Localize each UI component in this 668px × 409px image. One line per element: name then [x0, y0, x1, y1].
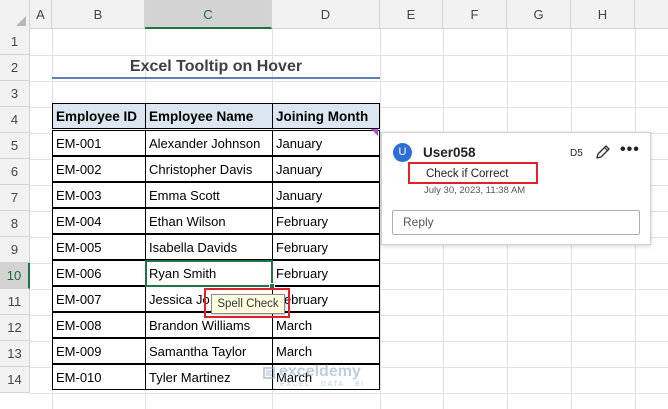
table-cell-month[interactable]: February [272, 208, 380, 234]
row-header[interactable]: 6 [0, 159, 30, 185]
table-cell-name[interactable]: Samantha Taylor [145, 338, 273, 364]
row-header[interactable]: 2 [0, 55, 30, 81]
comment-card: U User058 D5 ••• Check if Correct July 3… [381, 132, 651, 245]
column-header-e[interactable]: E [380, 0, 443, 29]
active-cell-border [145, 260, 273, 287]
table-cell-id[interactable]: EM-009 [52, 338, 146, 364]
comment-timestamp: July 30, 2023, 11:38 AM [424, 185, 526, 196]
table-cell-month[interactable]: January [272, 182, 380, 208]
row-header[interactable]: 1 [0, 29, 30, 55]
row-header[interactable]: 8 [0, 211, 30, 237]
select-all-button[interactable] [0, 0, 30, 29]
table-cell-id[interactable]: EM-008 [52, 312, 146, 338]
tooltip-highlight-box: Spell Check [204, 288, 290, 318]
table-cell-month[interactable]: January [272, 156, 380, 182]
column-header-d[interactable]: D [272, 0, 380, 29]
table-cell-name[interactable]: Alexander Johnson [145, 130, 273, 156]
table-cell-month[interactable]: March [272, 338, 380, 364]
watermark-tagline: EXCEL · DATA · BI [280, 381, 365, 388]
comment-author: User058 [423, 145, 476, 160]
table-cell-name[interactable]: Emma Scott [145, 182, 273, 208]
table-cell-id[interactable]: EM-010 [52, 364, 146, 390]
more-options-icon[interactable]: ••• [620, 141, 640, 159]
row-header[interactable]: 14 [0, 367, 30, 393]
table-cell-name[interactable]: Ethan Wilson [145, 208, 273, 234]
column-header-g[interactable]: G [507, 0, 571, 29]
watermark-name: exceldemy [279, 363, 361, 380]
table-cell-id[interactable]: EM-004 [52, 208, 146, 234]
column-header-bar: A B C D E F G H [0, 0, 668, 29]
column-header-h[interactable]: H [571, 0, 635, 29]
title-underline [52, 77, 380, 79]
row-header[interactable]: 11 [0, 289, 30, 315]
tooltip: Spell Check [211, 294, 285, 314]
table-cell-id[interactable]: EM-001 [52, 130, 146, 156]
row-header[interactable]: 7 [0, 185, 30, 211]
table-cell-id[interactable]: EM-005 [52, 234, 146, 260]
spreadsheet: A B C D E F G H 1 2 3 4 5 6 7 8 9 10 11 … [0, 0, 668, 409]
reply-input[interactable]: Reply [392, 210, 640, 235]
row-header[interactable]: 5 [0, 133, 30, 159]
column-header-f[interactable]: F [443, 0, 507, 29]
table-header-employee-name[interactable]: Employee Name [145, 103, 273, 129]
comment-indicator[interactable] [371, 129, 378, 136]
avatar: U [393, 143, 412, 162]
row-header[interactable]: 13 [0, 341, 30, 367]
table-cell-id[interactable]: EM-007 [52, 286, 146, 312]
table-cell-month[interactable]: January [272, 130, 380, 156]
table-cell-id[interactable]: EM-006 [52, 260, 146, 286]
table-cell-name[interactable]: Tyler Martinez [145, 364, 273, 390]
table-header-joining-month[interactable]: Joining Month [272, 103, 380, 129]
column-header-a[interactable]: A [30, 0, 52, 29]
table-cell-month[interactable]: February [272, 260, 380, 286]
row-header[interactable]: 12 [0, 315, 30, 341]
comment-text: Check if Correct [408, 162, 538, 184]
row-header[interactable]: 9 [0, 237, 30, 263]
table-header-employee-id[interactable]: Employee ID [52, 103, 146, 129]
row-header[interactable]: 4 [0, 107, 30, 133]
table-cell-id[interactable]: EM-003 [52, 182, 146, 208]
comment-cell-ref: D5 [570, 148, 583, 159]
edit-pencil-icon[interactable] [594, 143, 612, 161]
exceldemy-logo-icon [263, 367, 275, 379]
column-header-c[interactable]: C [145, 0, 272, 29]
row-header[interactable]: 3 [0, 81, 30, 107]
table-cell-name[interactable]: Isabella Davids [145, 234, 273, 260]
table-cell-id[interactable]: EM-002 [52, 156, 146, 182]
table-cell-month[interactable]: February [272, 234, 380, 260]
column-header-b[interactable]: B [52, 0, 145, 29]
row-header[interactable]: 10 [0, 263, 30, 289]
sheet-title[interactable]: Excel Tooltip on Hover [52, 55, 380, 79]
table-cell-name[interactable]: Christopher Davis [145, 156, 273, 182]
